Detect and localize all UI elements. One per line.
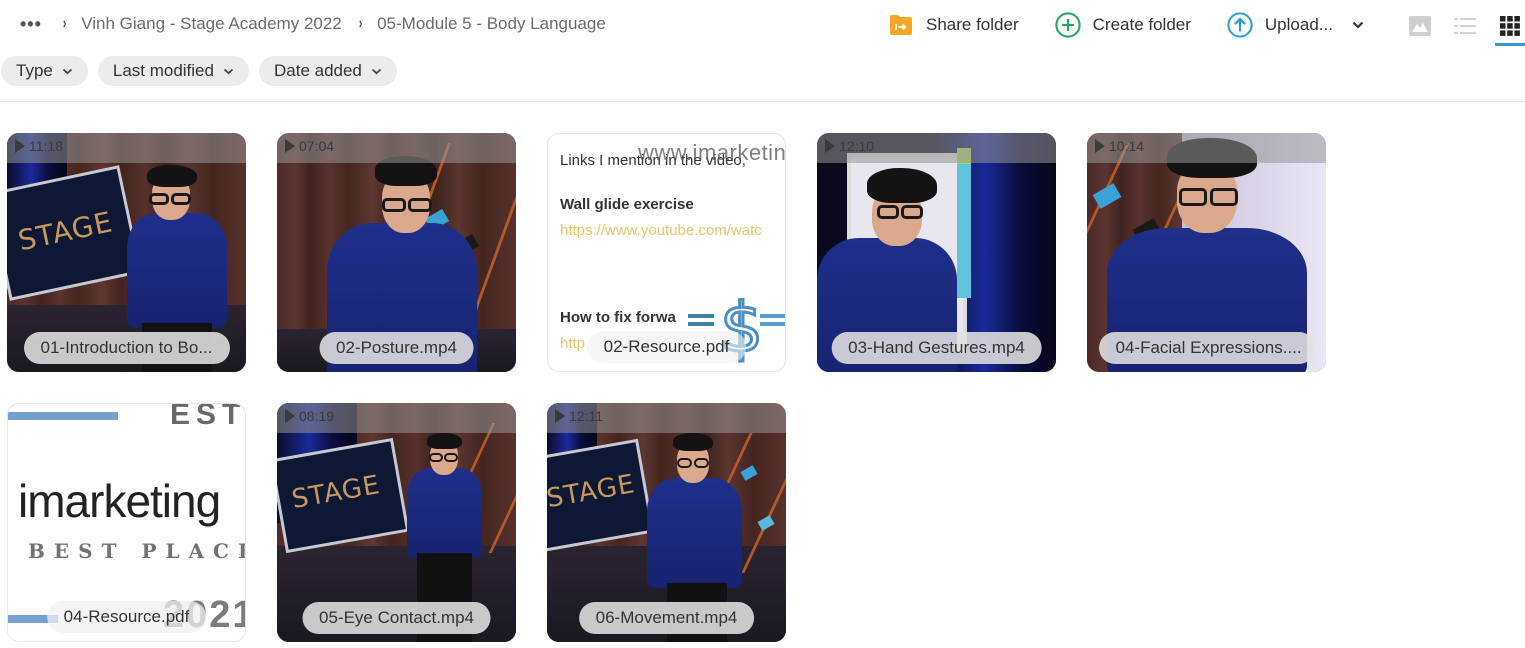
breadcrumb-more-button[interactable]: ••• [20,14,42,34]
duration-text: 12:10 [839,138,875,154]
file-tile-video[interactable]: STAGE 12:11 06-Movement.mp4 [547,403,786,642]
pdf-preview-text: EST. [170,403,245,431]
view-mode-switcher [1408,14,1525,46]
play-icon [285,409,295,423]
folder-actions: Share folder Create folder Upload... [888,12,1367,38]
breadcrumb: ••• › Vinh Giang - Stage Academy 2022 › … [20,14,622,34]
file-tile-pdf[interactable]: Links I mention in the video, www.imarke… [547,133,786,372]
file-name: 04-Facial Expressions.... [1098,332,1315,364]
filter-last-modified[interactable]: Last modified [97,56,249,86]
file-name: 02-Resource.pdf [586,331,747,363]
video-duration: 11:18 [15,138,63,154]
duration-text: 08:19 [299,408,335,424]
file-tile-video[interactable]: 10:14 04-Facial Expressions.... [1087,133,1326,372]
pdf-preview-link: https://www.youtube.com/watc [560,222,762,239]
chevron-down-icon [223,68,234,75]
filter-last-modified-label: Last modified [112,61,214,80]
pdf-preview-link: http [560,335,586,352]
share-folder-button[interactable]: Share folder [888,12,1019,38]
file-tile-video[interactable]: 12:10 03-Hand Gestures.mp4 [817,133,1056,372]
upload-label: Upload... [1264,15,1333,34]
pdf-preview-text: BEST PLACE T [28,539,245,563]
thumbnail-view-icon[interactable] [1408,14,1432,38]
board-text: STAGE [289,470,383,516]
upload-button[interactable]: Upload... [1227,12,1367,38]
pdf-preview-brand: imarketing [18,475,221,527]
breadcrumb-item-course[interactable]: Vinh Giang - Stage Academy 2022 [81,14,342,34]
file-name: 01-Introduction to Bo... [23,332,230,364]
file-tile-video[interactable]: STAGE 11:18 01-Introduction to Bo... [7,133,246,372]
video-duration: 08:19 [285,408,334,424]
file-tile-pdf[interactable]: EST. imarketing BEST PLACE T 2021 04-Res… [7,403,246,642]
create-folder-button[interactable]: Create folder [1054,12,1191,38]
duration-text: 12:11 [569,408,603,424]
duration-text: 11:18 [29,138,63,154]
filter-type[interactable]: Type [1,56,88,86]
play-icon [825,139,835,153]
top-bar: ••• › Vinh Giang - Stage Academy 2022 › … [0,0,1525,52]
video-duration: 10:14 [1095,138,1144,154]
file-name: 02-Posture.mp4 [319,332,474,364]
board-text: STAGE [15,205,116,258]
file-name: 03-Hand Gestures.mp4 [831,332,1042,364]
pdf-preview-heading: Wall glide exercise [560,196,694,213]
pdf-preview-watermark: www.imarketin [638,140,786,165]
video-duration: 07:04 [285,138,334,154]
play-icon [15,139,25,153]
breadcrumb-separator: › [358,15,363,32]
file-tile-video[interactable]: 07:04 02-Posture.mp4 [277,133,516,372]
chevron-down-icon [62,68,73,75]
breadcrumb-separator: › [62,15,67,32]
grid-view-icon[interactable] [1495,14,1525,46]
filter-date-added[interactable]: Date added [258,56,397,86]
create-folder-label: Create folder [1092,15,1191,34]
share-folder-label: Share folder [926,15,1019,34]
breadcrumb-item-module: 05-Module 5 - Body Language [377,14,606,33]
play-icon [285,139,295,153]
play-icon [555,409,565,423]
plus-circle-icon [1054,12,1081,38]
upload-arrow-icon [1227,12,1253,38]
play-icon [1095,139,1105,153]
file-name: 05-Eye Contact.mp4 [302,602,491,634]
list-view-icon[interactable] [1453,14,1477,38]
upload-dropdown-chevron-icon[interactable] [1349,21,1367,29]
duration-text: 10:14 [1109,138,1145,154]
header-divider [0,101,1525,102]
filter-type-label: Type [16,61,53,80]
board-text: STAGE [547,469,638,515]
filter-bar: Type Last modified Date added [1,56,407,86]
pdf-preview-heading: How to fix forwa [560,309,676,326]
video-duration: 12:10 [825,138,874,154]
chevron-down-icon [371,68,382,75]
file-tile-video[interactable]: STAGE 08:19 05-Eye Contact.mp4 [277,403,516,642]
file-name: 04-Resource.pdf [46,601,207,633]
duration-text: 07:04 [299,138,335,154]
filter-date-added-label: Date added [273,61,362,80]
video-duration: 12:11 [555,408,603,424]
share-folder-icon [888,12,914,38]
file-name: 06-Movement.mp4 [578,602,755,634]
